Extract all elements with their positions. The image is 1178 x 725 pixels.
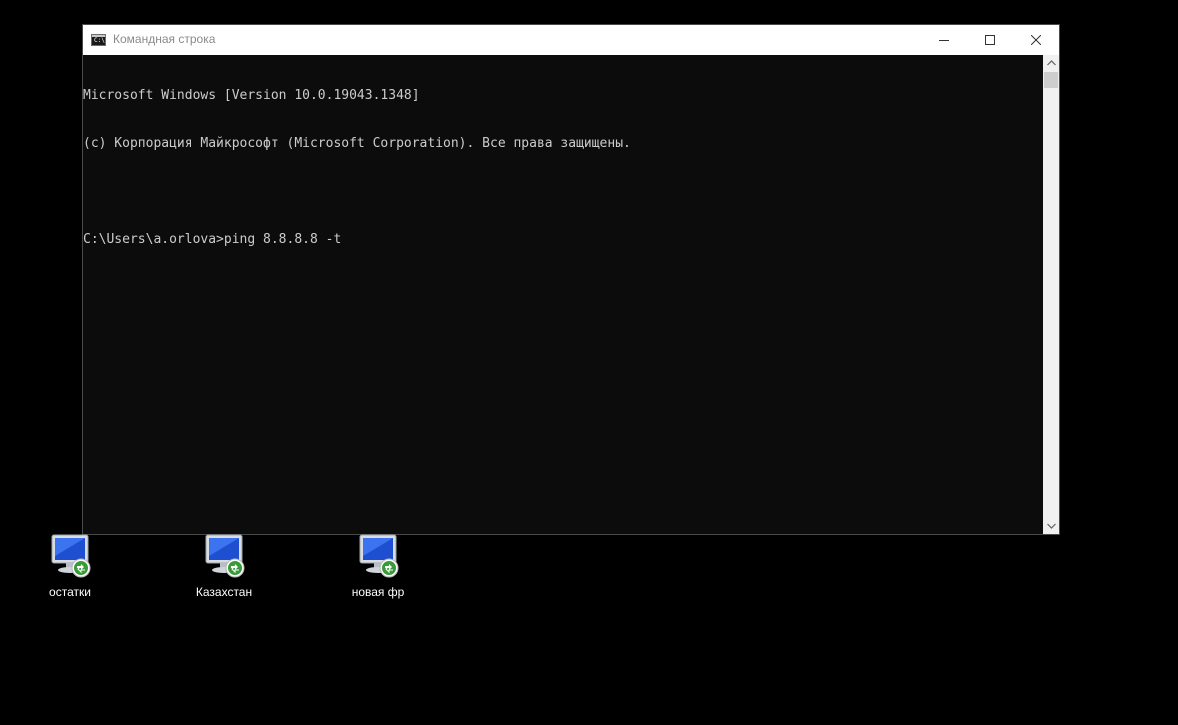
console-line: (c) Корпорация Майкрософт (Microsoft Cor…	[83, 136, 631, 151]
desktop-shortcut-label: новая фр	[351, 585, 405, 599]
console-output[interactable]: Microsoft Windows [Version 10.0.19043.13…	[83, 55, 1043, 534]
scroll-down-button[interactable]	[1043, 518, 1059, 534]
close-icon	[1031, 35, 1041, 45]
desktop-shortcut[interactable]: остатки	[32, 532, 108, 604]
remote-desktop-icon	[46, 532, 94, 580]
minimize-icon	[939, 40, 949, 41]
chevron-down-icon	[1046, 523, 1056, 529]
close-button[interactable]	[1013, 25, 1059, 55]
maximize-button[interactable]	[967, 25, 1013, 55]
window-title: Командная строка	[113, 32, 216, 46]
remote-desktop-icon	[354, 532, 402, 580]
minimize-button[interactable]	[921, 25, 967, 55]
desktop-shortcut[interactable]: Казахстан	[186, 532, 262, 604]
scroll-thumb[interactable]	[1044, 72, 1058, 88]
desktop-shortcut-label: Казахстан	[195, 585, 253, 599]
cmd-icon-text: C:\	[94, 37, 105, 44]
scroll-up-button[interactable]	[1043, 55, 1059, 71]
console-line: Microsoft Windows [Version 10.0.19043.13…	[83, 88, 420, 103]
title-bar[interactable]: C:\ Командная строка	[83, 25, 1059, 55]
chevron-up-icon	[1046, 60, 1056, 66]
remote-desktop-icon	[200, 532, 248, 580]
desktop: C:\ Командная строка Microsoft Windows […	[0, 0, 1178, 725]
desktop-shortcut-label: остатки	[49, 585, 91, 599]
maximize-icon	[985, 35, 995, 45]
command-prompt-window[interactable]: C:\ Командная строка Microsoft Windows […	[82, 24, 1060, 535]
console-prompt-line[interactable]: C:\Users\a.orlova>ping 8.8.8.8 -t	[83, 232, 1043, 248]
desktop-shortcut[interactable]: новая фр	[340, 532, 416, 604]
cmd-icon[interactable]: C:\	[91, 34, 106, 46]
vertical-scrollbar[interactable]	[1043, 55, 1059, 534]
